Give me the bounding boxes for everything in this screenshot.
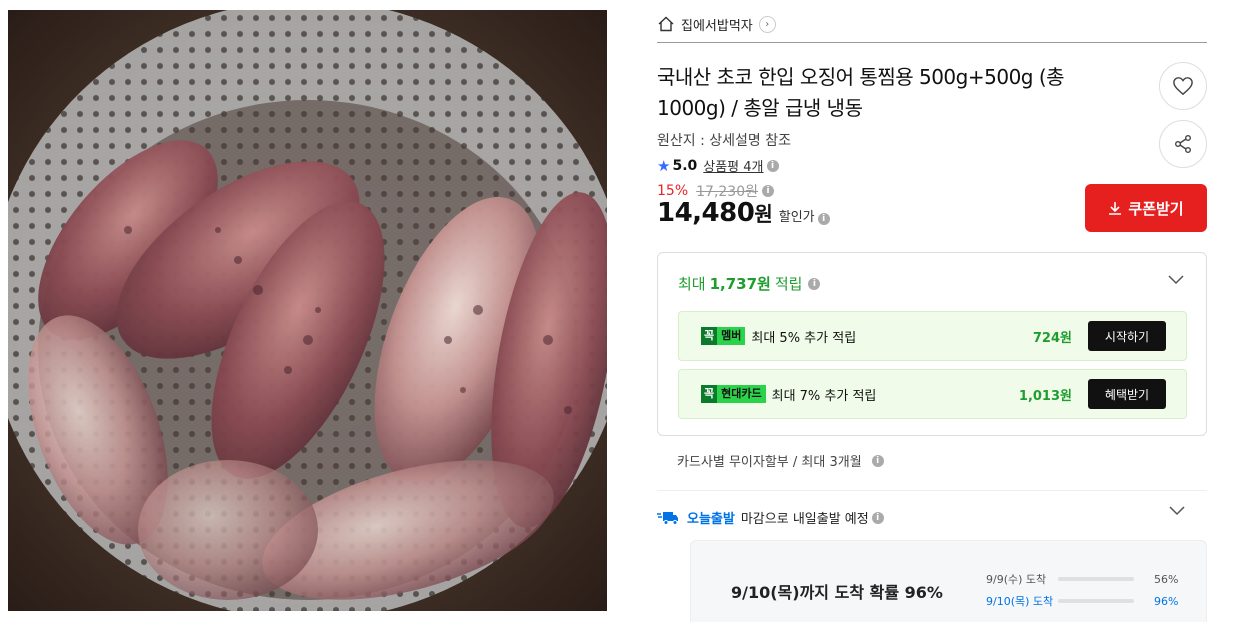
- promo-member: 꼭 멤버 최대 5% 추가 적립 724원 시작하기: [678, 311, 1187, 361]
- promo-desc: 최대 5% 추가 적립: [751, 330, 857, 346]
- truck-icon: [657, 511, 678, 525]
- eta-bar: [1058, 577, 1134, 581]
- chevron-right-icon: ›: [758, 15, 776, 33]
- eta-summary: 9/10(목)까지 도착 확률 96%: [731, 583, 943, 602]
- wishlist-button[interactable]: [1159, 62, 1207, 110]
- currency-unit: 원: [754, 202, 773, 226]
- reward-suffix: 적립: [774, 275, 803, 293]
- share-button[interactable]: [1159, 120, 1207, 168]
- divider: [657, 490, 1207, 491]
- badge-prefix: 꼭: [701, 327, 718, 345]
- promo-card: 꼭 현대카드 최대 7% 추가 적립 1,013원 혜택받기: [678, 369, 1187, 419]
- info-icon[interactable]: i: [871, 454, 884, 467]
- rating-row: ★ 5.0 상품평 4개 i: [657, 156, 779, 175]
- product-image[interactable]: [8, 10, 607, 611]
- info-icon[interactable]: i: [808, 277, 821, 290]
- installment-row: 카드사별 무이자할부 / 최대 3개월 i: [677, 451, 884, 470]
- home-icon: [658, 16, 674, 32]
- coupon-button[interactable]: 쿠폰받기: [1085, 184, 1207, 232]
- chevron-down-icon[interactable]: [1168, 275, 1184, 285]
- info-icon[interactable]: i: [817, 213, 830, 225]
- badge-name: 멤버: [717, 327, 746, 345]
- eta-label: 9/9(수) 도착: [986, 573, 1047, 586]
- today-shipping-badge: 오늘출발: [687, 512, 735, 527]
- start-button[interactable]: 시작하기: [1088, 321, 1166, 351]
- store-name: 집에서밥먹자: [681, 18, 753, 34]
- star-icon: ★: [657, 156, 671, 175]
- sale-price-label: 할인가: [778, 210, 815, 225]
- discount-rate: 15%: [657, 183, 689, 199]
- chevron-down-icon[interactable]: [1169, 506, 1185, 516]
- eta-label: 9/10(목) 도착: [986, 595, 1054, 608]
- reward-header: 최대 1,737원 적립 i: [678, 273, 821, 294]
- delivery-estimate-box: 9/10(목)까지 도착 확률 96% 9/9(수) 도착 56% 9/10(목…: [690, 540, 1207, 622]
- squid-photo-illustration: [8, 10, 607, 611]
- info-icon[interactable]: i: [766, 159, 779, 172]
- eta-bar: [1058, 599, 1134, 603]
- benefit-button[interactable]: 혜택받기: [1088, 379, 1166, 409]
- review-count-link[interactable]: 상품평 4개: [703, 156, 763, 175]
- eta-row: 9/9(수) 도착 56%: [986, 571, 1178, 587]
- product-info-panel: 집에서밥먹자 › 국내산 초코 한입 오징어 통찜용 500g+500g (총 …: [657, 0, 1207, 622]
- heart-icon: [1173, 77, 1193, 96]
- rating-score: 5.0: [672, 157, 698, 174]
- origin-text: 원산지 : 상세설명 참조: [657, 133, 791, 149]
- badge-prefix: 꼭: [701, 385, 718, 403]
- store-link[interactable]: 집에서밥먹자 ›: [657, 12, 776, 36]
- reward-amount: 1,737원: [709, 275, 771, 293]
- sale-price: 14,480: [657, 198, 755, 228]
- divider: [657, 42, 1207, 43]
- share-icon: [1175, 135, 1191, 153]
- reward-prefix: 최대: [678, 275, 706, 293]
- installment-text: 카드사별 무이자할부 / 최대 3개월: [677, 455, 862, 470]
- info-icon[interactable]: i: [762, 185, 774, 197]
- coupon-label: 쿠폰받기: [1128, 199, 1184, 218]
- promo-amount: 724원: [1032, 330, 1072, 346]
- shipping-row: 오늘출발 마감으로 내일출발 예정 i: [657, 508, 884, 527]
- member-badge: 꼭 멤버: [701, 327, 746, 345]
- eta-row: 9/10(목) 도착 96%: [986, 593, 1178, 609]
- product-title: 국내산 초코 한입 오징어 통찜용 500g+500g (총 1000g) / …: [657, 65, 1065, 120]
- promo-amount: 1,013원: [1018, 388, 1072, 404]
- sale-price-row: 14,480 원 할인가 i: [657, 198, 830, 228]
- download-icon: [1109, 202, 1122, 215]
- card-badge: 꼭 현대카드: [701, 385, 766, 403]
- shipping-text: 마감으로 내일출발 예정: [740, 512, 869, 527]
- eta-percent: 96%: [1154, 594, 1179, 608]
- promo-desc: 최대 7% 추가 적립: [771, 388, 877, 404]
- info-icon[interactable]: i: [871, 511, 884, 524]
- badge-name: 현대카드: [717, 385, 766, 403]
- eta-percent: 56%: [1154, 572, 1179, 586]
- reward-box: 최대 1,737원 적립 i 꼭 멤버 최대 5% 추가 적립 724원 시작하기…: [657, 252, 1207, 436]
